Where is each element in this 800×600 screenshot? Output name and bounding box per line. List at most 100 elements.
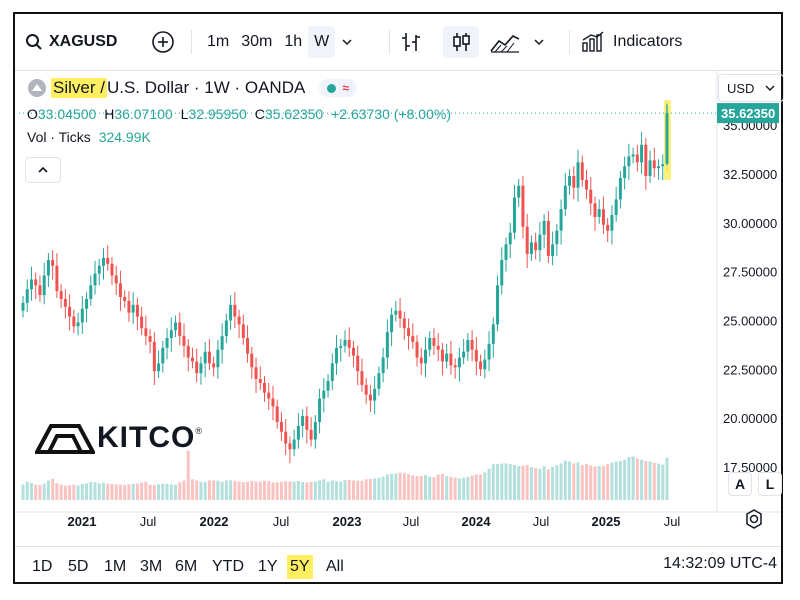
candle-body xyxy=(390,314,394,333)
volume-bar xyxy=(652,462,656,500)
candle-body xyxy=(169,330,173,339)
volume-bar xyxy=(453,477,457,500)
volume-bar xyxy=(195,480,199,500)
settings-icon[interactable] xyxy=(744,509,764,529)
candle-body xyxy=(457,357,461,368)
candle-body xyxy=(440,349,444,362)
candle-body xyxy=(538,234,542,251)
candle-body xyxy=(496,285,500,325)
volume-bar xyxy=(110,483,114,500)
candle-body xyxy=(512,197,516,233)
collapse-legend-button[interactable] xyxy=(25,157,61,183)
range-6m[interactable]: 6M xyxy=(172,555,200,579)
candle-body xyxy=(597,209,601,217)
volume-bar xyxy=(267,481,271,500)
candle-body xyxy=(102,257,105,266)
range-1d[interactable]: 1D xyxy=(29,555,55,579)
currency-label: USD xyxy=(727,80,755,96)
volume-bar xyxy=(428,476,432,500)
range-ytd[interactable]: YTD xyxy=(209,555,247,579)
range-1m[interactable]: 1M xyxy=(101,555,129,579)
candle-body xyxy=(394,310,398,315)
volume-bar xyxy=(419,475,423,500)
silver-coin-icon xyxy=(28,79,46,97)
candle-body xyxy=(644,144,648,176)
log-scale-button[interactable]: L xyxy=(758,472,782,496)
candle-body xyxy=(529,242,533,255)
last-price-label: 35.62350 xyxy=(721,106,775,121)
volume-bar xyxy=(555,465,559,500)
volume-bar xyxy=(326,481,330,500)
volume-bar xyxy=(534,468,538,500)
candle-body xyxy=(335,347,339,364)
candle-body xyxy=(127,300,131,313)
candle-body xyxy=(415,341,419,358)
candle-body xyxy=(38,285,42,296)
candle-body xyxy=(313,421,317,440)
volume-bar xyxy=(174,484,178,500)
candle-body xyxy=(301,416,305,426)
volume-bar xyxy=(496,464,500,500)
volume-bar xyxy=(80,483,84,500)
change-value: +2.63730 (+8.00%) xyxy=(331,106,451,122)
volume-bar xyxy=(330,480,334,500)
volume-bar xyxy=(500,463,504,500)
volume-bar xyxy=(102,482,105,500)
candle-body xyxy=(364,384,368,395)
volume-bar xyxy=(186,450,190,500)
candle-body xyxy=(59,291,63,299)
candle-body xyxy=(563,185,567,210)
volume-bar xyxy=(351,480,355,500)
volume-bar xyxy=(284,481,288,500)
range-1y[interactable]: 1Y xyxy=(255,555,281,579)
volume-bar xyxy=(559,463,563,500)
candle-body xyxy=(190,357,194,362)
auto-scale-button[interactable]: A xyxy=(728,472,752,496)
range-5d[interactable]: 5D xyxy=(65,555,91,579)
volume-bar xyxy=(250,481,254,500)
candle-body xyxy=(474,349,478,362)
registered-mark: ® xyxy=(195,426,202,436)
volume-bar xyxy=(402,473,406,500)
candle-body xyxy=(449,353,453,366)
candle-body xyxy=(229,304,233,321)
range-bar: 1D 5D 1M 3M 6M YTD 1Y 5Y All 14:32:09 UT… xyxy=(15,546,781,585)
candle-body xyxy=(593,203,597,217)
candle-body xyxy=(627,156,631,167)
candle-body xyxy=(525,226,529,255)
volume-bar xyxy=(254,481,258,500)
volume-bar xyxy=(322,479,326,500)
candle-body xyxy=(148,336,152,342)
x-tick-label: Jul xyxy=(273,514,290,529)
candle-body xyxy=(381,357,385,374)
range-3m[interactable]: 3M xyxy=(137,555,165,579)
candle-body xyxy=(305,416,309,430)
candle-body xyxy=(212,363,216,368)
market-status[interactable]: ≈ xyxy=(319,79,357,97)
y-tick-label: 22.50000 xyxy=(723,362,777,377)
volume-bar xyxy=(318,480,322,500)
x-tick-label: 2022 xyxy=(200,514,229,529)
volume-bar xyxy=(38,484,42,500)
volume-bar xyxy=(415,476,419,500)
volume-bar xyxy=(59,484,63,500)
volume-bar xyxy=(85,483,89,500)
volume-bar xyxy=(576,462,580,500)
volume-bar xyxy=(661,464,665,500)
volume-bar xyxy=(445,476,449,500)
candle-body xyxy=(46,259,50,276)
candle-body xyxy=(610,215,614,231)
candle-body xyxy=(220,336,224,350)
candle-body xyxy=(487,343,491,360)
candle-body xyxy=(504,244,508,260)
candle-body xyxy=(241,324,245,339)
range-all[interactable]: All xyxy=(323,555,347,579)
candle-body xyxy=(165,338,169,348)
range-5y[interactable]: 5Y xyxy=(287,555,313,579)
volume-bar xyxy=(165,483,169,500)
candle-body xyxy=(85,298,89,309)
volume-bar xyxy=(457,478,461,500)
currency-selector[interactable]: USD xyxy=(718,74,784,102)
candle-body xyxy=(68,306,72,317)
candle-body xyxy=(140,316,144,329)
